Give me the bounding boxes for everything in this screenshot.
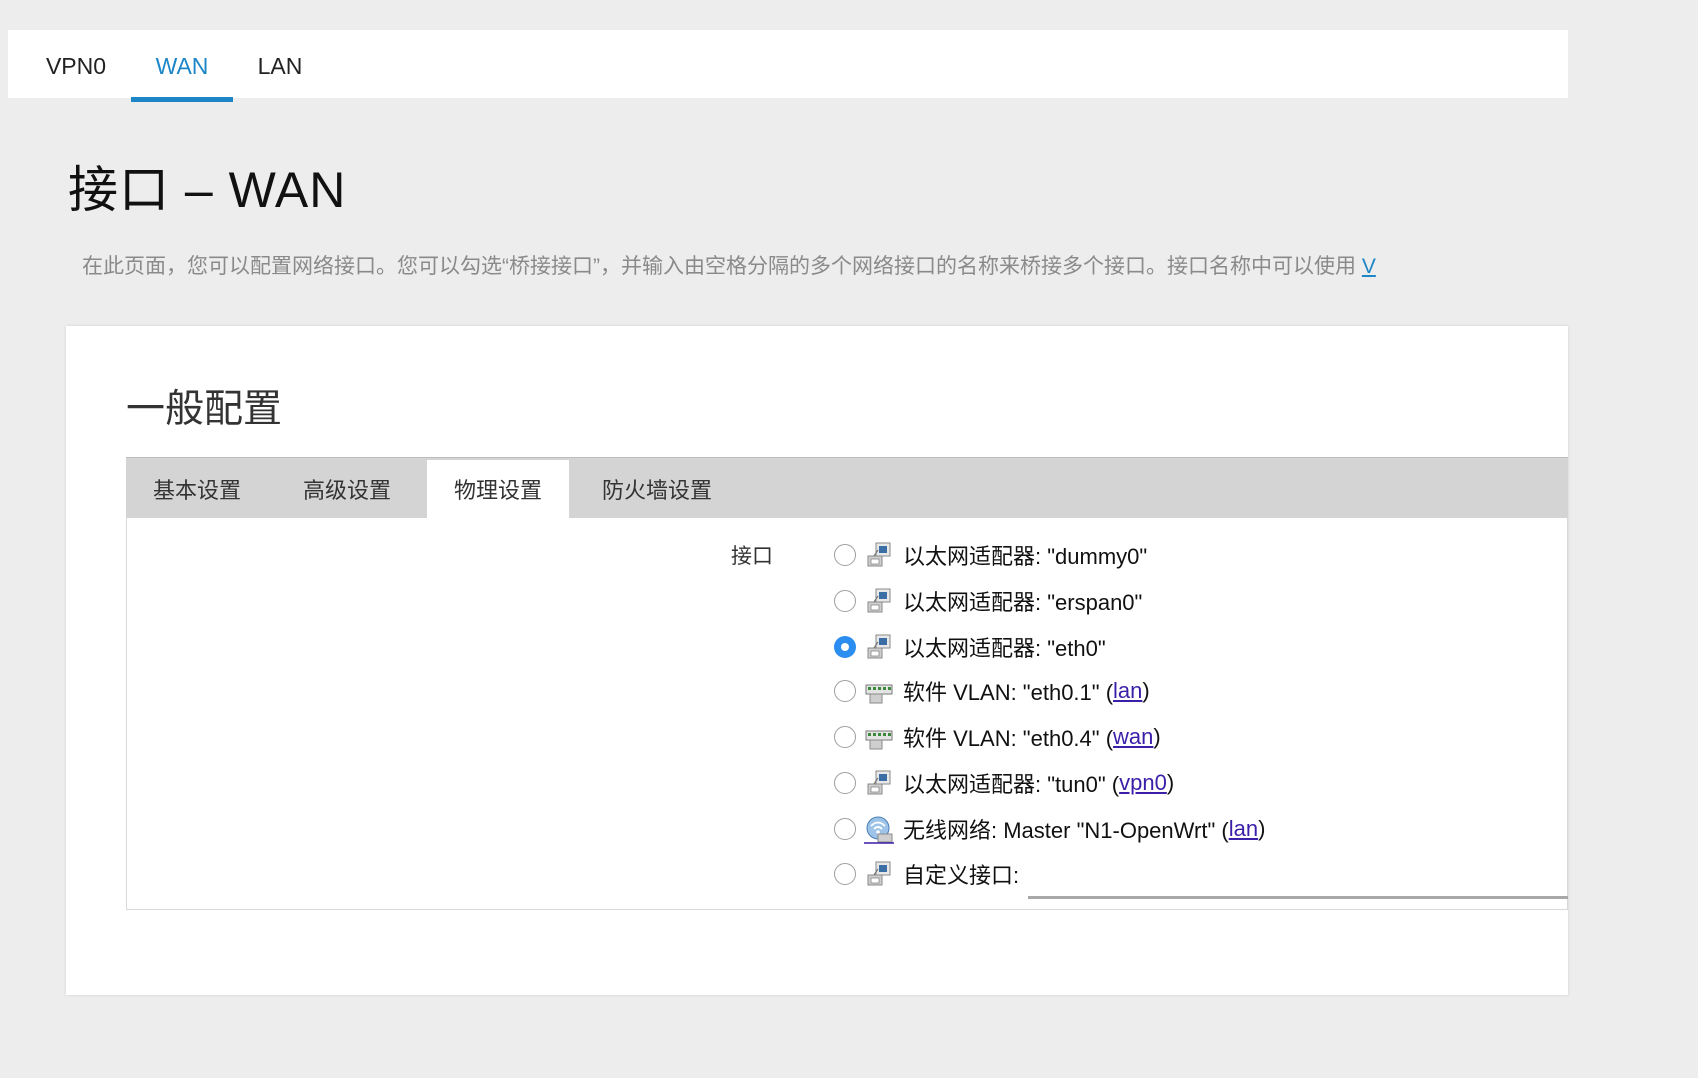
interface-option-label: 软件 VLAN: "eth0.1" ( [903, 680, 1114, 705]
switch-icon [864, 676, 894, 706]
tab-physical-settings[interactable]: 物理设置 [427, 460, 569, 519]
interface-option-label: 自定义接口: [903, 863, 1020, 888]
interface-option[interactable]: 以太网适配器: "eth0" [834, 629, 1106, 665]
ethernet-icon [864, 859, 894, 889]
top-tab-wan[interactable]: WAN [131, 30, 233, 102]
switch-icon [864, 722, 894, 752]
tab-firewall-settings[interactable]: 防火墙设置 [582, 460, 732, 519]
interface-radio[interactable] [834, 544, 856, 566]
interface-radio[interactable] [834, 636, 856, 658]
top-tab-lan[interactable]: LAN [240, 30, 320, 102]
interface-option-label: 无线网络: Master "N1-OpenWrt" ( [903, 818, 1229, 843]
interface-radio[interactable] [834, 772, 856, 794]
interface-option[interactable]: 以太网适配器: "tun0" (vpn0) [834, 765, 1174, 801]
interface-option[interactable]: 软件 VLAN: "eth0.4" (wan) [834, 719, 1161, 755]
wifi-icon [864, 814, 894, 844]
interface-radio[interactable] [834, 590, 856, 612]
custom-interface-input[interactable] [1028, 892, 1568, 899]
config-tab-bar: 基本设置 高级设置 物理设置 防火墙设置 [126, 457, 1568, 519]
ethernet-icon [864, 586, 894, 616]
tab-advanced-settings[interactable]: 高级设置 [276, 460, 418, 519]
interface-option-close-paren: ) [1142, 678, 1150, 703]
interface-option[interactable]: 软件 VLAN: "eth0.1" (lan) [834, 673, 1150, 709]
top-tab-vpn0[interactable]: VPN0 [30, 30, 122, 102]
interface-option-label: 以太网适配器: "tun0" ( [903, 772, 1120, 797]
network-link[interactable]: vpn0 [1119, 770, 1167, 796]
ethernet-icon [864, 632, 894, 662]
page-description-text: 在此页面，您可以配置网络接口。您可以勾选“桥接接口”，并输入由空格分隔的多个网络… [82, 255, 1356, 278]
interface-radio[interactable] [834, 863, 856, 885]
interface-radio[interactable] [834, 818, 856, 840]
interface-option-close-paren: ) [1258, 816, 1266, 841]
network-link[interactable]: lan [1113, 678, 1142, 704]
interface-option[interactable]: 无线网络: Master "N1-OpenWrt" (lan) [834, 811, 1265, 847]
interface-option-label: 以太网适配器: "dummy0" [903, 544, 1148, 569]
interface-option[interactable]: 自定义接口: [834, 856, 1019, 892]
page-description: 在此页面，您可以配置网络接口。您可以勾选“桥接接口”，并输入由空格分隔的多个网络… [82, 250, 1568, 280]
ethernet-icon [864, 768, 894, 798]
page-title: 接口 – WAN [68, 162, 347, 218]
tab-basic-settings[interactable]: 基本设置 [126, 460, 268, 519]
interface-radio[interactable] [834, 726, 856, 748]
network-link[interactable]: lan [1229, 816, 1258, 842]
physical-settings-panel: 接口 [126, 518, 1568, 910]
top-tab-bar: VPN0 WAN LAN [8, 30, 1568, 102]
interface-field-label: 接口 [731, 545, 773, 568]
ethernet-icon [864, 540, 894, 570]
interface-radio[interactable] [834, 680, 856, 702]
active-tab-indicator [131, 97, 233, 102]
interface-option[interactable]: 以太网适配器: "erspan0" [834, 583, 1142, 619]
network-link[interactable]: wan [1113, 724, 1153, 750]
section-title: 一般配置 [126, 388, 283, 431]
interface-option-close-paren: ) [1153, 724, 1161, 749]
page-description-link[interactable]: V [1362, 255, 1376, 278]
interface-option-close-paren: ) [1166, 770, 1175, 795]
interface-option[interactable]: 以太网适配器: "dummy0" [834, 537, 1147, 573]
config-card: 一般配置 基本设置 高级设置 物理设置 防火墙设置 接口 以太网适配器: "du… [66, 326, 1568, 995]
interface-option-label: 软件 VLAN: "eth0.4" ( [903, 726, 1114, 751]
interface-option-label: 以太网适配器: "eth0" [903, 636, 1106, 661]
interface-option-label: 以太网适配器: "erspan0" [903, 590, 1143, 615]
